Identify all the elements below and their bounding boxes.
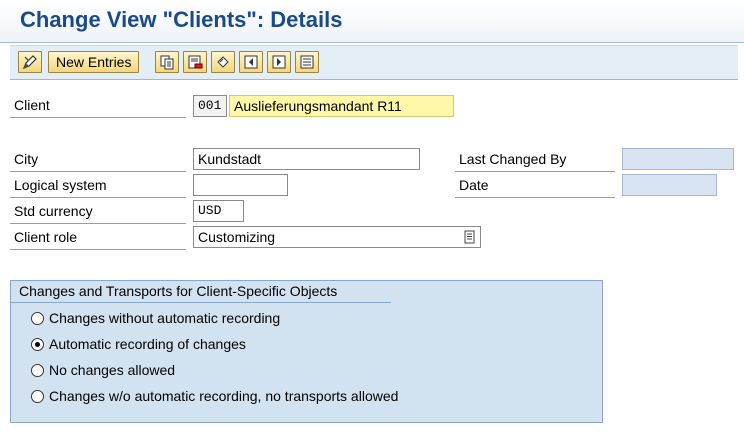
last-changed-by-field	[622, 148, 734, 170]
radio-option-no-transports[interactable]: Changes w/o automatic recording, no tran…	[31, 388, 398, 404]
page-title: Change View "Clients": Details	[20, 7, 343, 32]
next-entry-button[interactable]	[267, 51, 291, 73]
next-entry-icon	[271, 54, 287, 70]
std-currency-label: Std currency	[14, 203, 93, 219]
logical-system-field[interactable]	[193, 174, 288, 196]
client-role-select[interactable]: Customizing	[193, 226, 481, 248]
changes-transports-group: Changes and Transports for Client-Specif…	[10, 280, 603, 423]
radio-button[interactable]	[31, 363, 44, 377]
radio-label: Automatic recording of changes	[49, 336, 246, 352]
label-underline	[10, 117, 186, 118]
radio-button[interactable]	[31, 311, 44, 325]
date-label: Date	[459, 177, 489, 193]
client-field[interactable]: 001	[193, 95, 227, 117]
radio-label: Changes w/o automatic recording, no tran…	[49, 388, 399, 404]
application-toolbar: New Entries	[10, 45, 738, 80]
radio-button[interactable]	[31, 337, 44, 351]
group-title: Changes and Transports for Client-Specif…	[11, 281, 405, 303]
label-underline	[455, 171, 615, 172]
title-bar: Change View "Clients": Details	[0, 0, 744, 43]
delete-icon	[187, 54, 203, 70]
radio-option-no-changes[interactable]: No changes allowed	[31, 362, 175, 378]
client-description: Auslieferungsmandant R11	[229, 95, 454, 117]
client-role-value: Customizing	[198, 229, 276, 245]
radio-option-auto-recording[interactable]: Automatic recording of changes	[31, 336, 246, 352]
new-entries-button[interactable]: New Entries	[48, 51, 140, 73]
select-all-icon	[299, 54, 315, 70]
undo-button[interactable]	[211, 51, 235, 73]
display-change-icon	[22, 54, 38, 70]
radio-label: Changes without automatic recording	[49, 310, 281, 326]
label-underline	[455, 197, 615, 198]
label-underline	[10, 197, 186, 198]
delete-button[interactable]	[183, 51, 207, 73]
client-label: Client	[14, 97, 50, 113]
select-all-button[interactable]	[295, 51, 319, 73]
previous-entry-button[interactable]	[239, 51, 263, 73]
city-field[interactable]: Kundstadt	[193, 148, 420, 170]
logical-system-label: Logical system	[14, 177, 107, 193]
label-underline	[10, 171, 186, 172]
radio-label: No changes allowed	[49, 362, 176, 378]
client-role-label: Client role	[14, 229, 78, 245]
city-label: City	[14, 151, 39, 167]
radio-button[interactable]	[31, 389, 44, 403]
copy-button[interactable]	[155, 51, 179, 73]
std-currency-field[interactable]: USD	[193, 200, 244, 222]
date-field	[622, 174, 717, 196]
label-underline	[10, 249, 186, 250]
last-changed-by-label: Last Changed By	[459, 151, 567, 167]
undo-icon	[215, 54, 231, 70]
label-underline	[10, 223, 186, 224]
dropdown-icon[interactable]	[464, 230, 476, 247]
group-title-text: Changes and Transports for Client-Specif…	[19, 283, 338, 299]
display-change-button[interactable]	[18, 51, 42, 73]
copy-icon	[159, 54, 175, 70]
radio-option-no-auto-recording[interactable]: Changes without automatic recording	[31, 310, 280, 326]
previous-entry-icon	[243, 54, 259, 70]
